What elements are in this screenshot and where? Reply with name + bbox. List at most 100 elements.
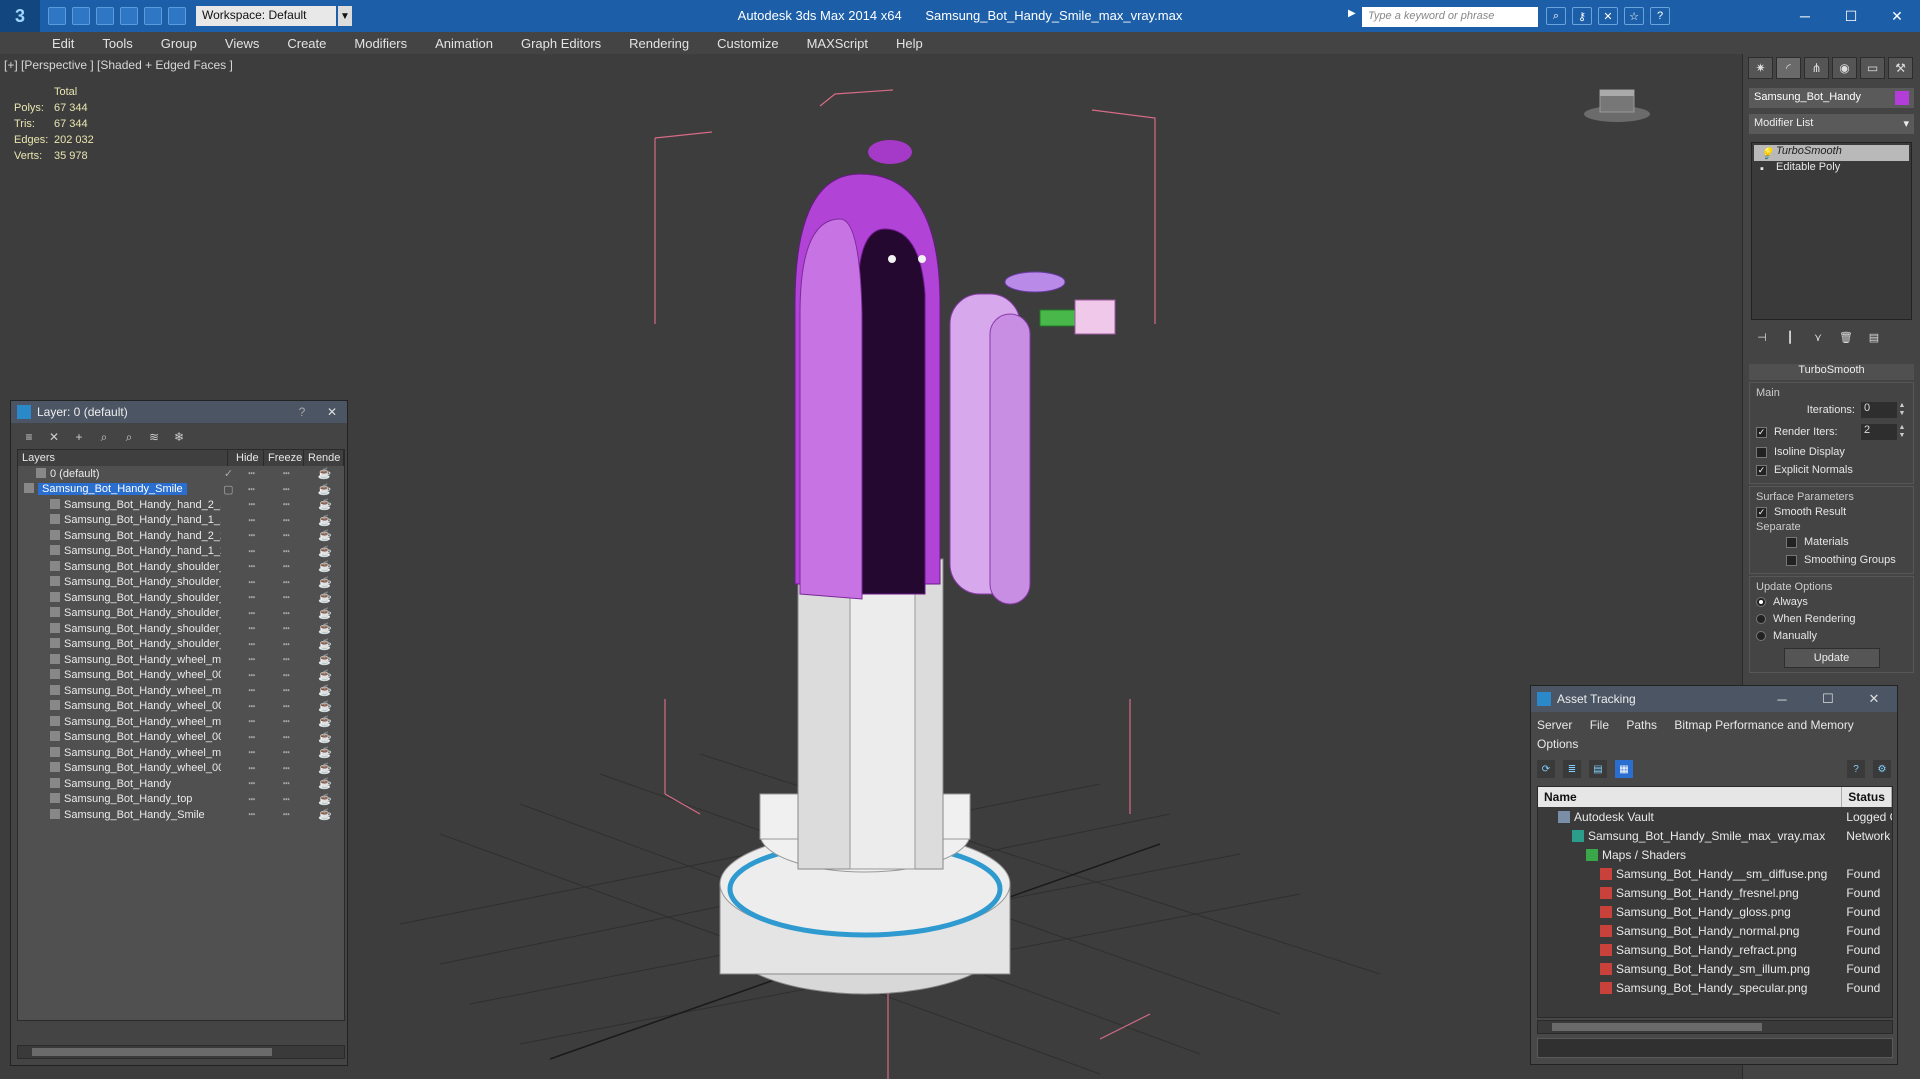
layer-row[interactable]: Samsung_Bot_Handy_shoulder_3_2┅┅☕ <box>18 575 344 591</box>
render-toggle-icon[interactable]: ☕ <box>306 715 344 728</box>
layer-name-cell[interactable]: 0 (default) <box>18 467 221 480</box>
close-icon[interactable]: ✕ <box>1874 0 1920 32</box>
make-unique-icon[interactable]: ⋎ <box>1809 328 1827 346</box>
render-toggle-icon[interactable]: ☕ <box>306 653 344 666</box>
render-toggle-icon[interactable]: ☕ <box>306 498 344 511</box>
asset-row[interactable]: Samsung_Bot_Handy_refract.png Found <box>1538 940 1892 959</box>
turbosmooth-rollout-title[interactable]: TurboSmooth <box>1749 364 1914 380</box>
render-toggle-icon[interactable]: ☕ <box>306 793 344 806</box>
hide-toggle-icon[interactable]: ┅ <box>236 514 267 527</box>
freeze-toggle-icon[interactable]: ┅ <box>267 777 305 790</box>
layer-name-cell[interactable]: Samsung_Bot_Handy_shoulder_1_1 <box>18 607 221 619</box>
asset-name-cell[interactable]: Samsung_Bot_Handy_specular.png <box>1538 981 1842 995</box>
layer-row[interactable]: Samsung_Bot_Handy_hand_2_1 ┅ ┅ ☕ <box>18 497 344 513</box>
layer-name-cell[interactable]: Samsung_Bot_Handy_shoulder_2_2 <box>18 638 221 650</box>
layer-row[interactable]: Samsung_Bot_Handy_wheel_004 ┅ ┅ ☕ <box>18 761 344 777</box>
layer-row[interactable]: Samsung_Bot_Handy_top ┅ ┅ ☕ <box>18 792 344 808</box>
render-toggle-icon[interactable]: ☕ <box>305 483 344 496</box>
layer-row[interactable]: Samsung_Bot_Handy_hand_2_2 ┅ ┅ ☕ <box>18 528 344 544</box>
menu-server[interactable]: Server <box>1537 718 1572 732</box>
object-name-field[interactable]: Samsung_Bot_Handy <box>1749 88 1914 108</box>
render-toggle-icon[interactable]: ☕ <box>306 607 344 620</box>
freeze-toggle-icon[interactable]: ┅ <box>267 653 305 666</box>
always-radio[interactable] <box>1756 596 1766 607</box>
hide-toggle-icon[interactable]: ┅ <box>236 607 267 620</box>
render-toggle-icon[interactable]: ☕ <box>306 684 344 697</box>
viewcube-icon[interactable] <box>1582 84 1652 124</box>
render-toggle-icon[interactable]: ☕ <box>306 746 344 759</box>
isoline-display-option[interactable]: Isoline Display <box>1756 443 1907 461</box>
asset-horizontal-scrollbar[interactable] <box>1537 1020 1893 1034</box>
render-toggle-icon[interactable]: ☕ <box>306 560 344 573</box>
minimize-icon[interactable]: ─ <box>1759 692 1805 707</box>
freeze-toggle-icon[interactable]: ┅ <box>267 545 305 558</box>
asset-name-cell[interactable]: Maps / Shaders <box>1538 848 1842 862</box>
layer-row[interactable]: Samsung_Bot_Handy_hand_1_2 ┅ ┅ ☕ <box>18 544 344 560</box>
always-option[interactable]: Always <box>1756 593 1907 610</box>
modify-tab-icon[interactable]: ◜ <box>1776 57 1801 79</box>
freeze-toggle-icon[interactable]: ┅ <box>267 700 305 713</box>
menu-bitmap-performance[interactable]: Bitmap Performance and Memory <box>1674 718 1853 732</box>
column-layers[interactable]: Layers <box>18 450 228 466</box>
render-toggle-icon[interactable]: ☕ <box>306 762 344 775</box>
freeze-toggle-icon[interactable]: ┅ <box>267 576 305 589</box>
iterations-input[interactable]: 0 <box>1861 402 1897 418</box>
stack-item-turbosmooth[interactable]: 💡 TurboSmooth <box>1754 145 1909 161</box>
settings-icon[interactable]: ⚙ <box>1873 760 1891 778</box>
layer-name-cell[interactable]: Samsung_Bot_Handy_wheel_004 <box>18 762 221 774</box>
layer-name-cell[interactable]: Samsung_Bot_Handy_shoulder_3_2 <box>18 576 221 588</box>
freeze-toggle-icon[interactable]: ┅ <box>267 591 305 604</box>
layer-row[interactable]: Samsung_Bot_Handy_wheel_003 ┅ ┅ ☕ <box>18 668 344 684</box>
layer-row[interactable]: Samsung_Bot_Handy_Smile ▢ ┅ ┅ ☕ <box>18 482 344 498</box>
set-current-layer-icon[interactable]: ▢ <box>221 483 236 496</box>
asset-name-cell[interactable]: Samsung_Bot_Handy_normal.png <box>1538 924 1842 938</box>
hide-toggle-icon[interactable]: ┅ <box>236 777 267 790</box>
hide-toggle-icon[interactable]: ┅ <box>236 529 267 542</box>
menu-edit[interactable]: Edit <box>52 36 74 51</box>
minimize-icon[interactable]: ─ <box>1782 0 1828 32</box>
table-view-icon[interactable]: ▦ <box>1615 760 1633 778</box>
smooth-result-checkbox[interactable]: ✓ <box>1756 506 1767 518</box>
viewport-label[interactable]: [+] [Perspective ] [Shaded + Edged Faces… <box>4 58 233 72</box>
render-toggle-icon[interactable]: ☕ <box>306 808 344 821</box>
menu-options[interactable]: Options <box>1537 737 1578 751</box>
manually-radio[interactable] <box>1756 630 1766 641</box>
render-toggle-icon[interactable]: ☕ <box>306 467 345 480</box>
delete-layer-icon[interactable]: ✕ <box>46 429 62 445</box>
render-toggle-icon[interactable]: ☕ <box>306 514 344 527</box>
menu-rendering[interactable]: Rendering <box>629 36 689 51</box>
freeze-toggle-icon[interactable]: ┅ <box>267 483 306 496</box>
hide-toggle-icon[interactable]: ┅ <box>236 731 267 744</box>
hide-toggle-icon[interactable]: ┅ <box>236 560 267 573</box>
layer-row[interactable]: Samsung_Bot_Handy_shoulder_2_2┅┅☕ <box>18 637 344 653</box>
asset-name-cell[interactable]: Samsung_Bot_Handy__sm_diffuse.png <box>1538 867 1842 881</box>
scrollbar-thumb[interactable] <box>32 1048 272 1056</box>
render-toggle-icon[interactable]: ☕ <box>306 529 344 542</box>
binoculars-icon[interactable]: ⌕ <box>1546 7 1566 25</box>
when-rendering-radio[interactable] <box>1756 613 1766 624</box>
object-color-swatch[interactable] <box>1895 91 1909 105</box>
asset-row[interactable]: Samsung_Bot_Handy_sm_illum.png Found <box>1538 959 1892 978</box>
column-render[interactable]: Rende <box>304 450 344 466</box>
hide-all-layers-icon[interactable]: ≋ <box>146 429 162 445</box>
remove-modifier-icon[interactable]: 🗑 <box>1837 328 1855 346</box>
layer-name-cell[interactable]: Samsung_Bot_Handy_wheel_mount_001 <box>18 715 221 728</box>
refresh-icon[interactable]: ⟳ <box>1537 760 1555 778</box>
asset-row[interactable]: Autodesk Vault Logged O <box>1538 807 1892 826</box>
hide-toggle-icon[interactable]: ┅ <box>236 591 267 604</box>
freeze-toggle-icon[interactable]: ┅ <box>267 746 305 759</box>
smoothing-groups-checkbox[interactable] <box>1786 554 1797 566</box>
layer-name-cell[interactable]: Samsung_Bot_Handy_wheel_mount_004 <box>18 746 221 759</box>
hide-toggle-icon[interactable]: ┅ <box>236 746 267 759</box>
column-name[interactable]: Name <box>1538 787 1843 807</box>
hide-toggle-icon[interactable]: ┅ <box>236 700 267 713</box>
layer-row[interactable]: Samsung_Bot_Handy_wheel_mount_003┅┅☕ <box>18 652 344 668</box>
layer-name-cell[interactable]: Samsung_Bot_Handy_wheel_mount_003 <box>18 653 221 666</box>
hide-toggle-icon[interactable]: ┅ <box>236 808 267 821</box>
layer-row[interactable]: Samsung_Bot_Handy_wheel_mount_001┅┅☕ <box>18 714 344 730</box>
layer-name-cell[interactable]: Samsung_Bot_Handy_hand_2_2 <box>18 529 221 542</box>
hide-toggle-icon[interactable]: ┅ <box>236 762 267 775</box>
help-icon[interactable]: ? <box>1847 760 1865 778</box>
workspace-dropdown[interactable]: Workspace: Default <box>196 6 336 26</box>
render-toggle-icon[interactable]: ☕ <box>306 700 344 713</box>
